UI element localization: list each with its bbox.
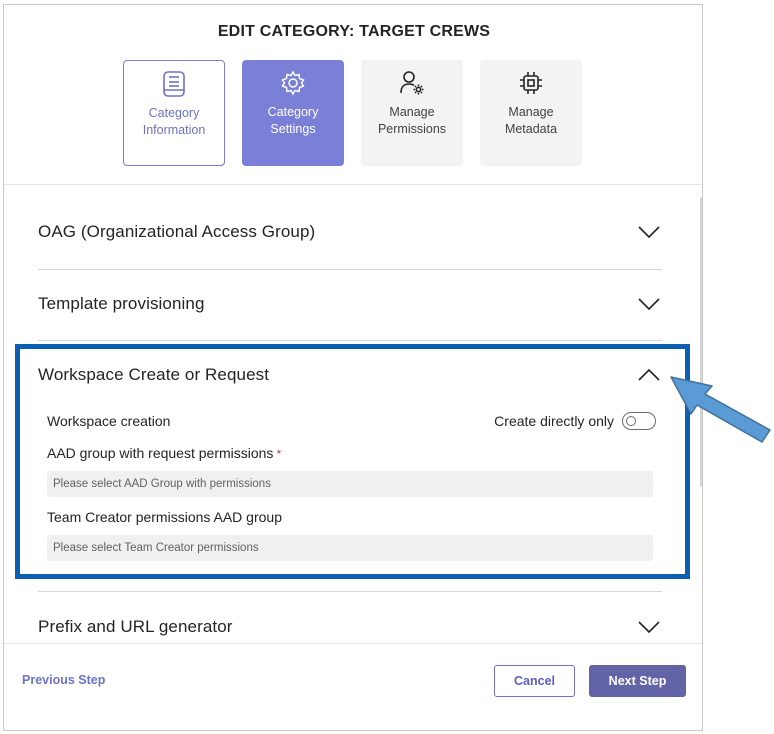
- workspace-creation-label: Workspace creation: [47, 413, 171, 429]
- dialog-title: EDIT CATEGORY: TARGET CREWS: [217, 23, 491, 40]
- wizard-steps: Category Information Category Settings M…: [123, 60, 582, 166]
- chevron-down-icon[interactable]: [636, 618, 662, 636]
- chevron-down-icon[interactable]: [636, 295, 662, 313]
- edit-category-dialog: EDIT CATEGORY: TARGET CREWS Category Inf…: [3, 4, 703, 731]
- step-category-information[interactable]: Category Information: [123, 60, 225, 166]
- chevron-down-icon[interactable]: [636, 223, 662, 241]
- aad-group-label: AAD group with request permissions *: [47, 445, 281, 461]
- settings-gear-icon: [278, 68, 308, 98]
- chip-icon: [516, 68, 546, 98]
- section-oag-header[interactable]: OAG (Organizational Access Group): [38, 197, 662, 267]
- section-title: Template provisioning: [38, 294, 205, 313]
- category-info-icon: [159, 69, 189, 99]
- chevron-up-icon[interactable]: [636, 366, 662, 384]
- previous-step-link[interactable]: Previous Step: [22, 673, 105, 687]
- section-workspace-header[interactable]: Workspace Create or Request: [38, 340, 662, 410]
- step-label: Category Information: [142, 106, 206, 137]
- aad-group-label-text: AAD group with request permissions: [47, 445, 274, 461]
- section-title: OAG (Organizational Access Group): [38, 222, 316, 241]
- section-template-header[interactable]: Template provisioning: [38, 269, 662, 339]
- aad-group-select[interactable]: Please select AAD Group with permissions: [47, 471, 653, 497]
- step-label: Manage Metadata: [504, 105, 558, 136]
- create-directly-toggle-group: Create directly only: [494, 412, 656, 430]
- scrollbar[interactable]: [700, 197, 702, 487]
- cancel-button[interactable]: Cancel: [494, 665, 575, 697]
- toggle-label: Create directly only: [494, 413, 614, 429]
- toggle-knob: [626, 416, 636, 426]
- settings-content[interactable]: OAG (Organizational Access Group) Templa…: [4, 185, 702, 643]
- step-label: Manage Permissions: [377, 105, 447, 136]
- footer-divider: [4, 643, 702, 644]
- section-title: Prefix and URL generator: [38, 617, 233, 636]
- team-creator-select[interactable]: Please select Team Creator permissions: [47, 535, 653, 561]
- next-step-button[interactable]: Next Step: [589, 665, 686, 697]
- create-directly-toggle[interactable]: [622, 412, 656, 430]
- required-mark: *: [276, 447, 282, 461]
- team-creator-label: Team Creator permissions AAD group: [47, 509, 282, 525]
- section-title: Workspace Create or Request: [38, 365, 270, 384]
- step-label: Category Settings: [267, 105, 319, 136]
- step-category-settings[interactable]: Category Settings: [242, 60, 344, 166]
- step-manage-permissions[interactable]: Manage Permissions: [361, 60, 463, 166]
- section-prefix-header[interactable]: Prefix and URL generator: [38, 592, 662, 643]
- person-gear-icon: [397, 68, 427, 98]
- step-manage-metadata[interactable]: Manage Metadata: [480, 60, 582, 166]
